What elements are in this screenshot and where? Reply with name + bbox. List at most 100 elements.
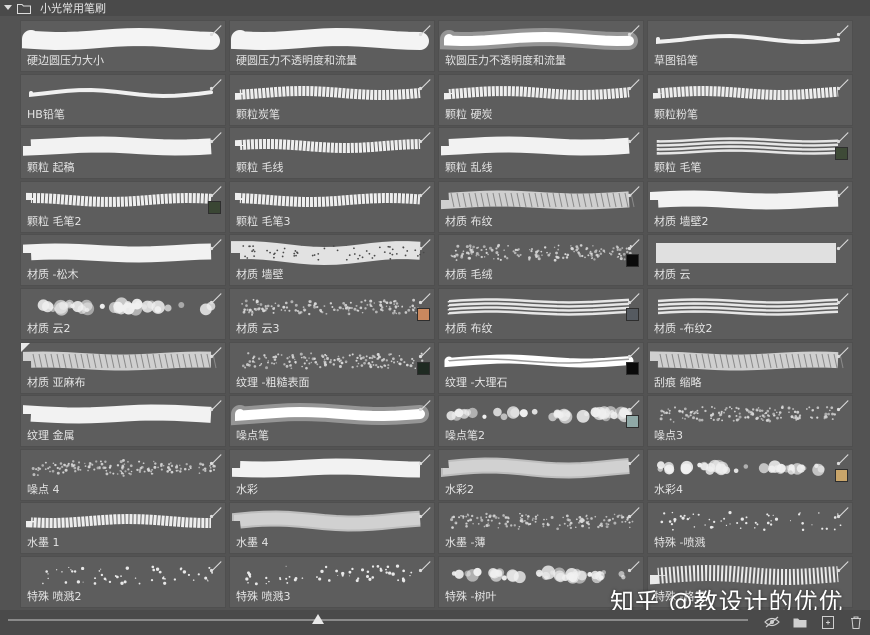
brush-settings-icon[interactable] [418, 184, 432, 198]
brush-settings-icon[interactable] [209, 345, 223, 359]
brush-settings-icon[interactable] [836, 505, 850, 519]
brush-tile[interactable]: 材质 云2 [20, 287, 226, 340]
new-group-icon[interactable] [792, 614, 808, 630]
brush-tile[interactable]: 颗粒 硬炭 [438, 73, 644, 126]
brush-settings-icon[interactable] [418, 505, 432, 519]
brush-tile[interactable]: 颗粒 毛线 [229, 127, 435, 180]
brush-settings-icon[interactable] [627, 184, 641, 198]
brush-tile[interactable]: 纹理 -粗糙表面 [229, 341, 435, 394]
brush-settings-icon[interactable] [836, 345, 850, 359]
color-swatch [835, 147, 848, 161]
brush-tile[interactable]: 刮痕 缩略 [647, 341, 853, 394]
brush-settings-icon[interactable] [209, 130, 223, 144]
brush-tile[interactable]: 噪点 4 [20, 448, 226, 501]
brush-settings-icon[interactable] [836, 23, 850, 37]
brush-settings-icon[interactable] [627, 452, 641, 466]
brush-settings-icon[interactable] [836, 559, 850, 573]
brush-tile[interactable]: 颗粒 毛笔2 [20, 180, 226, 233]
brush-settings-icon[interactable] [418, 398, 432, 412]
brush-settings-icon[interactable] [627, 505, 641, 519]
preview-size-slider[interactable] [8, 619, 748, 621]
brush-settings-icon[interactable] [418, 237, 432, 251]
brush-settings-icon[interactable] [209, 559, 223, 573]
brush-tile[interactable]: 水彩2 [438, 448, 644, 501]
brush-settings-icon[interactable] [836, 452, 850, 466]
brush-settings-icon[interactable] [627, 559, 641, 573]
brush-settings-icon[interactable] [836, 398, 850, 412]
brush-tile[interactable]: 水墨 -薄 [438, 502, 644, 555]
brush-group-header[interactable]: 小光常用笔刷 [0, 0, 870, 16]
brush-settings-icon[interactable] [627, 398, 641, 412]
brush-settings-icon[interactable] [418, 23, 432, 37]
brush-label: 材质 墙壁 [236, 268, 284, 282]
brush-tile[interactable]: 材质 毛绒 [438, 234, 644, 287]
brush-settings-icon[interactable] [209, 452, 223, 466]
brush-tile[interactable]: 颗粒 起稿 [20, 127, 226, 180]
brush-tile[interactable]: 噪点笔2 [438, 395, 644, 448]
brush-settings-icon[interactable] [627, 291, 641, 305]
slider-thumb[interactable] [312, 614, 324, 624]
brush-settings-icon[interactable] [836, 237, 850, 251]
brush-settings-icon[interactable] [627, 77, 641, 91]
brush-tile[interactable]: 材质 亚麻布 [20, 341, 226, 394]
folder-icon [16, 0, 32, 16]
brush-label: 硬圆压力不透明度和流量 [236, 54, 357, 67]
brush-tile[interactable]: 草图铅笔 [647, 20, 853, 72]
brush-settings-icon[interactable] [209, 23, 223, 37]
brush-tile[interactable]: 颗粒 乱线 [438, 127, 644, 180]
brush-tile[interactable]: 颗粒炭笔 [229, 73, 435, 126]
brush-tile[interactable]: 软圆压力不透明度和流量 [438, 20, 644, 72]
brush-settings-icon[interactable] [627, 345, 641, 359]
brush-tile[interactable]: 材质 墙壁 [229, 234, 435, 287]
brush-settings-icon[interactable] [209, 398, 223, 412]
brush-tile[interactable]: 纹理 -大理石 [438, 341, 644, 394]
brush-tile[interactable]: HB铅笔 [20, 73, 226, 126]
brush-tile[interactable]: 材质 -布纹2 [647, 287, 853, 340]
brush-settings-icon[interactable] [836, 77, 850, 91]
brush-tile[interactable]: 水墨 4 [229, 502, 435, 555]
brush-tile[interactable]: 水墨 1 [20, 502, 226, 555]
brush-tile[interactable]: 特殊 喷溅3 [229, 555, 435, 608]
brush-settings-icon[interactable] [627, 23, 641, 37]
brush-tile[interactable]: 噪点笔 [229, 395, 435, 448]
brush-tile[interactable]: 材质 布纹 [438, 287, 644, 340]
brush-tile[interactable]: 硬圆压力不透明度和流量 [229, 20, 435, 72]
color-swatch [626, 361, 639, 375]
brush-settings-icon[interactable] [418, 452, 432, 466]
brush-settings-icon[interactable] [209, 291, 223, 305]
new-brush-icon[interactable] [820, 614, 836, 630]
brush-settings-icon[interactable] [836, 184, 850, 198]
brush-stroke-preview [232, 458, 421, 478]
brush-tile[interactable]: 水彩4 [647, 448, 853, 501]
brush-settings-icon[interactable] [836, 130, 850, 144]
brush-tile[interactable]: 颗粒 毛笔 [647, 127, 853, 180]
brush-tile[interactable]: 颗粒粉笔 [647, 73, 853, 126]
brush-settings-icon[interactable] [418, 130, 432, 144]
brush-tile[interactable]: 噪点3 [647, 395, 853, 448]
brush-settings-icon[interactable] [418, 345, 432, 359]
chevron-down-icon[interactable] [2, 0, 14, 16]
brush-settings-icon[interactable] [209, 184, 223, 198]
brush-tile[interactable]: 硬边圆压力大小 [20, 20, 226, 72]
eye-toggle-icon[interactable] [764, 614, 780, 630]
brush-settings-icon[interactable] [209, 237, 223, 251]
trash-icon[interactable] [848, 614, 864, 630]
brush-settings-icon[interactable] [209, 505, 223, 519]
brush-settings-icon[interactable] [627, 130, 641, 144]
brush-settings-icon[interactable] [627, 237, 641, 251]
brush-tile[interactable]: 材质 布纹 [438, 180, 644, 233]
brush-tile[interactable]: 材质 -松木 [20, 234, 226, 287]
brush-tile[interactable]: 纹理 金属 [20, 395, 226, 448]
brush-tile[interactable]: 特殊 喷溅2 [20, 555, 226, 608]
brush-settings-icon[interactable] [418, 559, 432, 573]
brush-tile[interactable]: 颗粒 毛笔3 [229, 180, 435, 233]
brush-tile[interactable]: 材质 云 [647, 234, 853, 287]
brush-settings-icon[interactable] [836, 291, 850, 305]
brush-settings-icon[interactable] [418, 291, 432, 305]
brush-settings-icon[interactable] [418, 77, 432, 91]
brush-tile[interactable]: 水彩 [229, 448, 435, 501]
brush-tile[interactable]: 材质 云3 [229, 287, 435, 340]
brush-tile[interactable]: 特殊 -喷溅 [647, 502, 853, 555]
brush-tile[interactable]: 材质 墙壁2 [647, 180, 853, 233]
brush-settings-icon[interactable] [209, 77, 223, 91]
